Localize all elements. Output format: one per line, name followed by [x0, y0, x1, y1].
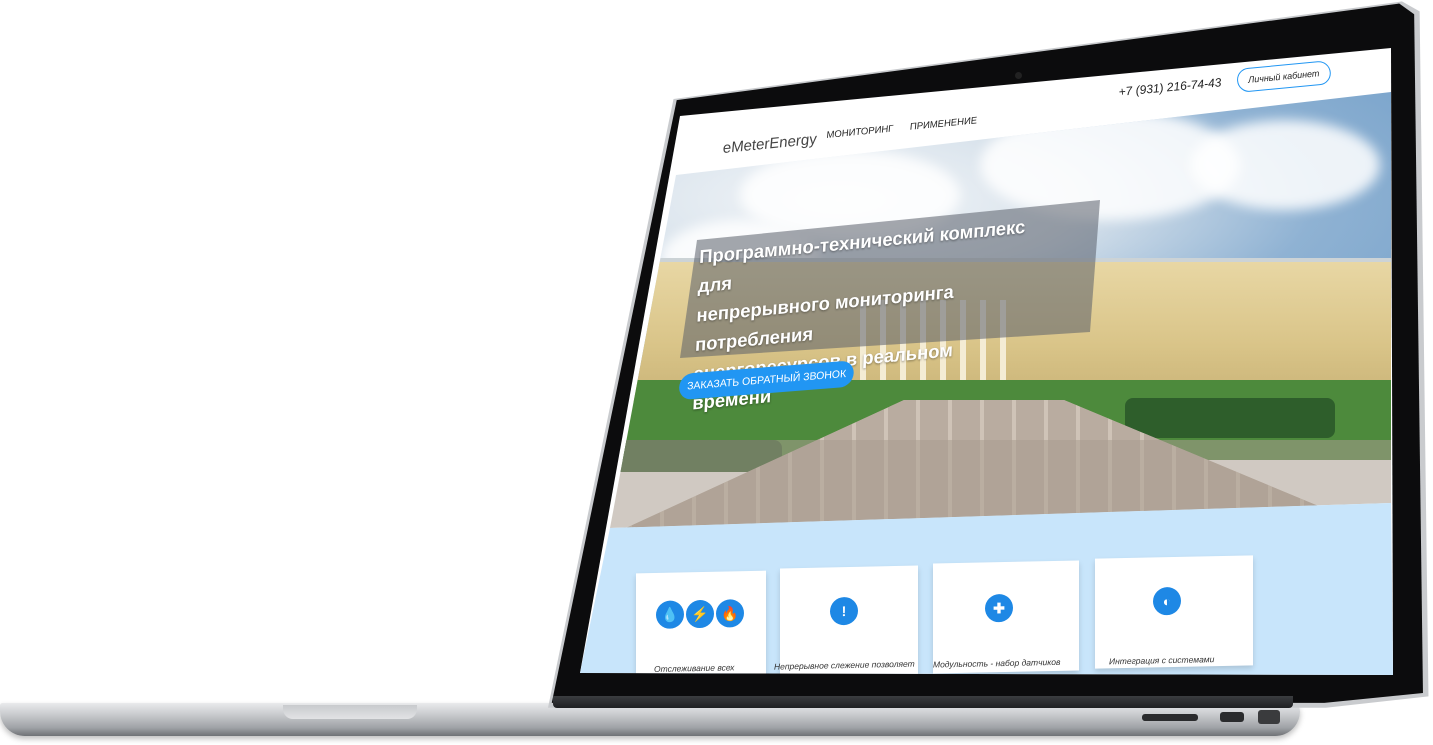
integration-icon: ◐	[1153, 586, 1181, 616]
phone-number[interactable]: +7 (931) 216-74-43	[1118, 75, 1222, 99]
exclamation-icon: !	[830, 596, 858, 626]
laptop-hinge	[553, 696, 1293, 708]
puzzle-icon: ✚	[985, 593, 1013, 623]
lightning-icon: ⚡	[686, 599, 714, 629]
feature-text: Непрерывное слежение позволяет	[774, 658, 915, 672]
feature-text: Интеграция с системами	[1109, 654, 1215, 667]
water-drop-icon: 💧	[656, 600, 684, 629]
feature-text: Модульность - набор датчиков	[933, 656, 1061, 670]
laptop-opening-notch	[283, 705, 417, 719]
nav-item-monitoring[interactable]: МОНИТОРИНГ	[826, 123, 894, 140]
flame-icon: 🔥	[716, 599, 744, 628]
feature-card: ! Непрерывное слежение позволяет	[774, 565, 918, 675]
nav-item-application[interactable]: ПРИМЕНЕНИЕ	[909, 115, 977, 133]
main-nav: МОНИТОРИНГ ПРИМЕНЕНИЕ	[826, 114, 992, 141]
site-logo[interactable]: eMeterEnergy	[722, 131, 817, 157]
webcam	[1015, 72, 1022, 79]
feature-card: ◐ Интеграция с системами	[1095, 555, 1253, 669]
feature-card: ✚ Модульность - набор датчиков	[933, 560, 1079, 674]
account-button[interactable]: Личный кабинет	[1236, 60, 1332, 93]
feature-text: Отслеживание всех	[654, 662, 735, 674]
feature-card: 💧 ⚡ 🔥 Отслеживание всех	[636, 570, 766, 675]
